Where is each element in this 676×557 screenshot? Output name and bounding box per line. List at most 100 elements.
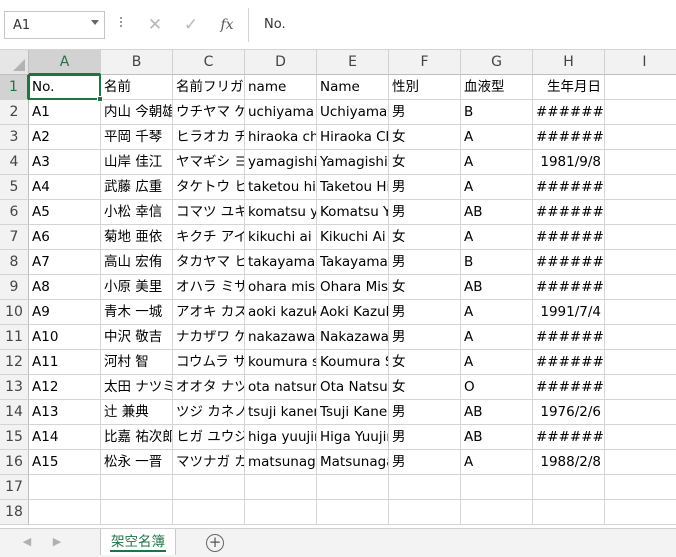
cell-g5[interactable]: A (461, 175, 533, 200)
cell-a9[interactable]: A8 (29, 275, 101, 300)
cell-c16[interactable]: マツナガ カズユキ (173, 450, 245, 475)
cell-d10[interactable]: aoki kazuki (245, 300, 317, 325)
cell-c2[interactable]: ウチヤマ ケサオ (173, 100, 245, 125)
cell-f10[interactable]: 男 (389, 300, 461, 325)
cell-g10[interactable]: A (461, 300, 533, 325)
cell-e13[interactable]: Ota Natsumi (317, 375, 389, 400)
row-header-8[interactable]: 8 (0, 250, 29, 275)
row-header-15[interactable]: 15 (0, 425, 29, 450)
cell-h14[interactable]: 1976/2/6 (533, 400, 605, 425)
cell-h18[interactable] (533, 500, 605, 525)
cell-a13[interactable]: A12 (29, 375, 101, 400)
cell-b11[interactable]: 中沢 敬吉 (101, 325, 173, 350)
row-header-12[interactable]: 12 (0, 350, 29, 375)
cell-i13[interactable] (605, 375, 676, 400)
cell-i6[interactable] (605, 200, 676, 225)
cell-e10[interactable]: Aoki Kazuki (317, 300, 389, 325)
cell-h8[interactable]: ####### (533, 250, 605, 275)
cell-e9[interactable]: Ohara Misato (317, 275, 389, 300)
cell-d9[interactable]: ohara misato (245, 275, 317, 300)
cell-d11[interactable]: nakazawa keikichi (245, 325, 317, 350)
cell-e11[interactable]: Nakazawa Keikichi (317, 325, 389, 350)
column-header-b[interactable]: B (101, 50, 173, 75)
cell-b5[interactable]: 武藤 広重 (101, 175, 173, 200)
cell-i15[interactable] (605, 425, 676, 450)
cell-i5[interactable] (605, 175, 676, 200)
cell-b7[interactable]: 菊地 亜依 (101, 225, 173, 250)
row-header-18[interactable]: 18 (0, 500, 29, 525)
cell-g8[interactable]: B (461, 250, 533, 275)
cell-d4[interactable]: yamagishi yoshie (245, 150, 317, 175)
cell-d18[interactable] (245, 500, 317, 525)
cell-b10[interactable]: 青木 一城 (101, 300, 173, 325)
more-options-icon[interactable] (118, 15, 124, 33)
cell-f6[interactable]: 男 (389, 200, 461, 225)
cell-d13[interactable]: ota natsumi (245, 375, 317, 400)
cell-i9[interactable] (605, 275, 676, 300)
row-header-3[interactable]: 3 (0, 125, 29, 150)
cell-f11[interactable]: 男 (389, 325, 461, 350)
cell-b4[interactable]: 山岸 佳江 (101, 150, 173, 175)
cell-c1[interactable]: 名前フリガナ (173, 75, 245, 100)
cell-c13[interactable]: オオタ ナツミ (173, 375, 245, 400)
cell-g14[interactable]: AB (461, 400, 533, 425)
cell-c11[interactable]: ナカザワ ケイキチ (173, 325, 245, 350)
insert-function-icon[interactable]: fx (212, 11, 242, 39)
cell-e6[interactable]: Komatsu Yukinobu (317, 200, 389, 225)
column-header-a[interactable]: A (29, 50, 101, 75)
cell-a8[interactable]: A7 (29, 250, 101, 275)
column-header-d[interactable]: D (245, 50, 317, 75)
cell-f1[interactable]: 性別 (389, 75, 461, 100)
column-header-e[interactable]: E (317, 50, 389, 75)
cell-f9[interactable]: 女 (389, 275, 461, 300)
cell-i12[interactable] (605, 350, 676, 375)
cell-d14[interactable]: tsuji kanenori (245, 400, 317, 425)
cell-i2[interactable] (605, 100, 676, 125)
row-header-10[interactable]: 10 (0, 300, 29, 325)
cell-g18[interactable] (461, 500, 533, 525)
cell-a17[interactable] (29, 475, 101, 500)
cell-b8[interactable]: 高山 宏侑 (101, 250, 173, 275)
cell-h6[interactable]: ####### (533, 200, 605, 225)
cell-b17[interactable] (101, 475, 173, 500)
cell-f7[interactable]: 女 (389, 225, 461, 250)
cell-h15[interactable]: ####### (533, 425, 605, 450)
cell-h1[interactable]: 生年月日 (533, 75, 605, 100)
column-header-i[interactable]: I (605, 50, 676, 75)
cell-h13[interactable]: ####### (533, 375, 605, 400)
cell-a16[interactable]: A15 (29, 450, 101, 475)
cell-i18[interactable] (605, 500, 676, 525)
cell-g11[interactable]: A (461, 325, 533, 350)
cell-h9[interactable]: ####### (533, 275, 605, 300)
sheet-tab-active[interactable]: 架空名簿 (100, 529, 176, 555)
cell-f4[interactable]: 女 (389, 150, 461, 175)
cell-c6[interactable]: コマツ ユキノブ (173, 200, 245, 225)
cell-e16[interactable]: Matsunaga Kazuyuki (317, 450, 389, 475)
row-header-2[interactable]: 2 (0, 100, 29, 125)
row-header-6[interactable]: 6 (0, 200, 29, 225)
cell-e1[interactable]: Name (317, 75, 389, 100)
cell-e7[interactable]: Kikuchi Ai (317, 225, 389, 250)
cell-c9[interactable]: オハラ ミサト (173, 275, 245, 300)
cell-b13[interactable]: 太田 ナツミ (101, 375, 173, 400)
cell-f3[interactable]: 女 (389, 125, 461, 150)
cancel-icon[interactable]: ✕ (140, 11, 170, 39)
cell-d7[interactable]: kikuchi ai (245, 225, 317, 250)
cell-i8[interactable] (605, 250, 676, 275)
cell-f18[interactable] (389, 500, 461, 525)
cell-a15[interactable]: A14 (29, 425, 101, 450)
cell-d1[interactable]: name (245, 75, 317, 100)
cell-i1[interactable] (605, 75, 676, 100)
cell-e15[interactable]: Higa Yuujirou (317, 425, 389, 450)
add-sheet-icon[interactable]: + (206, 534, 224, 552)
cell-h11[interactable]: ####### (533, 325, 605, 350)
cell-b16[interactable]: 松永 一晋 (101, 450, 173, 475)
row-header-11[interactable]: 11 (0, 325, 29, 350)
cell-g7[interactable]: A (461, 225, 533, 250)
cell-i16[interactable] (605, 450, 676, 475)
cell-d2[interactable]: uchiyama kesao (245, 100, 317, 125)
cell-c18[interactable] (173, 500, 245, 525)
cell-c4[interactable]: ヤマギシ ヨシエ (173, 150, 245, 175)
cell-e4[interactable]: Yamagishi Yoshie (317, 150, 389, 175)
cell-e2[interactable]: Uchiyama Kesao (317, 100, 389, 125)
